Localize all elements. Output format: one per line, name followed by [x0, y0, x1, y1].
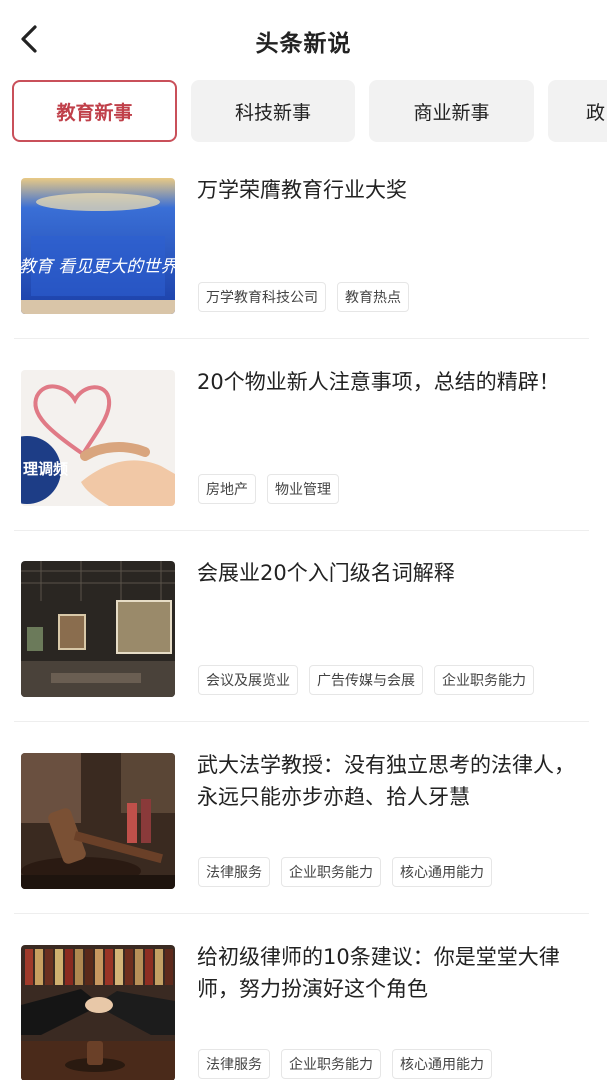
article-title[interactable]: 20个物业新人注意事项，总结的精辟！: [197, 366, 582, 398]
page-title: 头条新说: [255, 31, 352, 57]
app-header: 头条新说: [0, 0, 607, 80]
article-thumbnail: 教育 看见更大的世界: [21, 178, 175, 314]
article-title[interactable]: 武大法学教授：没有独立思考的法律人，永远只能亦步亦趋、拾人牙慧: [197, 749, 582, 813]
article-thumbnail: 理调频: [21, 370, 175, 506]
divider: [14, 721, 589, 722]
tab-business[interactable]: 商业新事: [369, 80, 534, 142]
tag[interactable]: 会议及展览业: [198, 665, 298, 695]
tag-list: 法律服务 企业职务能力 核心通用能力: [198, 1049, 492, 1079]
tag[interactable]: 广告传媒与会展: [309, 665, 423, 695]
tag[interactable]: 万学教育科技公司: [198, 282, 326, 312]
article-item[interactable]: 理调频 20个物业新人注意事项，总结的精辟！ 房地产 物业管理: [0, 352, 607, 544]
thumbnail-caption: 理调频: [23, 460, 68, 478]
article-item[interactable]: 会展业20个入门级名词解释 会议及展览业 广告传媒与会展 企业职务能力: [0, 543, 607, 735]
tag[interactable]: 教育热点: [337, 282, 409, 312]
article-title[interactable]: 会展业20个入门级名词解释: [197, 557, 582, 589]
tag-list: 万学教育科技公司 教育热点: [198, 282, 409, 312]
tag[interactable]: 法律服务: [198, 857, 270, 887]
article-thumbnail: [21, 561, 175, 697]
category-tabs: 教育新事 科技新事 商业新事 政: [0, 78, 607, 144]
tag[interactable]: 核心通用能力: [392, 857, 492, 887]
tag[interactable]: 房地产: [198, 474, 256, 504]
divider: [14, 913, 589, 914]
tag[interactable]: 企业职务能力: [434, 665, 534, 695]
article-item[interactable]: 教育 看见更大的世界 万学荣膺教育行业大奖 万学教育科技公司 教育热点: [0, 160, 607, 352]
tag[interactable]: 企业职务能力: [281, 1049, 381, 1079]
tag-list: 法律服务 企业职务能力 核心通用能力: [198, 857, 492, 887]
tag[interactable]: 物业管理: [267, 474, 339, 504]
article-thumbnail: [21, 945, 175, 1080]
tag-list: 会议及展览业 广告传媒与会展 企业职务能力: [198, 665, 534, 695]
article-item[interactable]: 给初级律师的10条建议：你是堂堂大律师，努力扮演好这个角色 法律服务 企业职务能…: [0, 927, 607, 1080]
article-thumbnail: [21, 753, 175, 889]
article-item[interactable]: 武大法学教授：没有独立思考的法律人，永远只能亦步亦趋、拾人牙慧 法律服务 企业职…: [0, 735, 607, 927]
tag[interactable]: 核心通用能力: [392, 1049, 492, 1079]
divider: [14, 338, 589, 339]
tag-list: 房地产 物业管理: [198, 474, 339, 504]
tag[interactable]: 法律服务: [198, 1049, 270, 1079]
thumbnail-caption: 教育 看见更大的世界: [21, 257, 175, 277]
tab-education[interactable]: 教育新事: [12, 80, 177, 142]
tab-technology[interactable]: 科技新事: [191, 80, 355, 142]
article-title[interactable]: 万学荣膺教育行业大奖: [197, 174, 582, 206]
tag[interactable]: 企业职务能力: [281, 857, 381, 887]
divider: [14, 530, 589, 531]
tab-politics[interactable]: 政: [548, 80, 607, 142]
article-title[interactable]: 给初级律师的10条建议：你是堂堂大律师，努力扮演好这个角色: [197, 941, 582, 1005]
